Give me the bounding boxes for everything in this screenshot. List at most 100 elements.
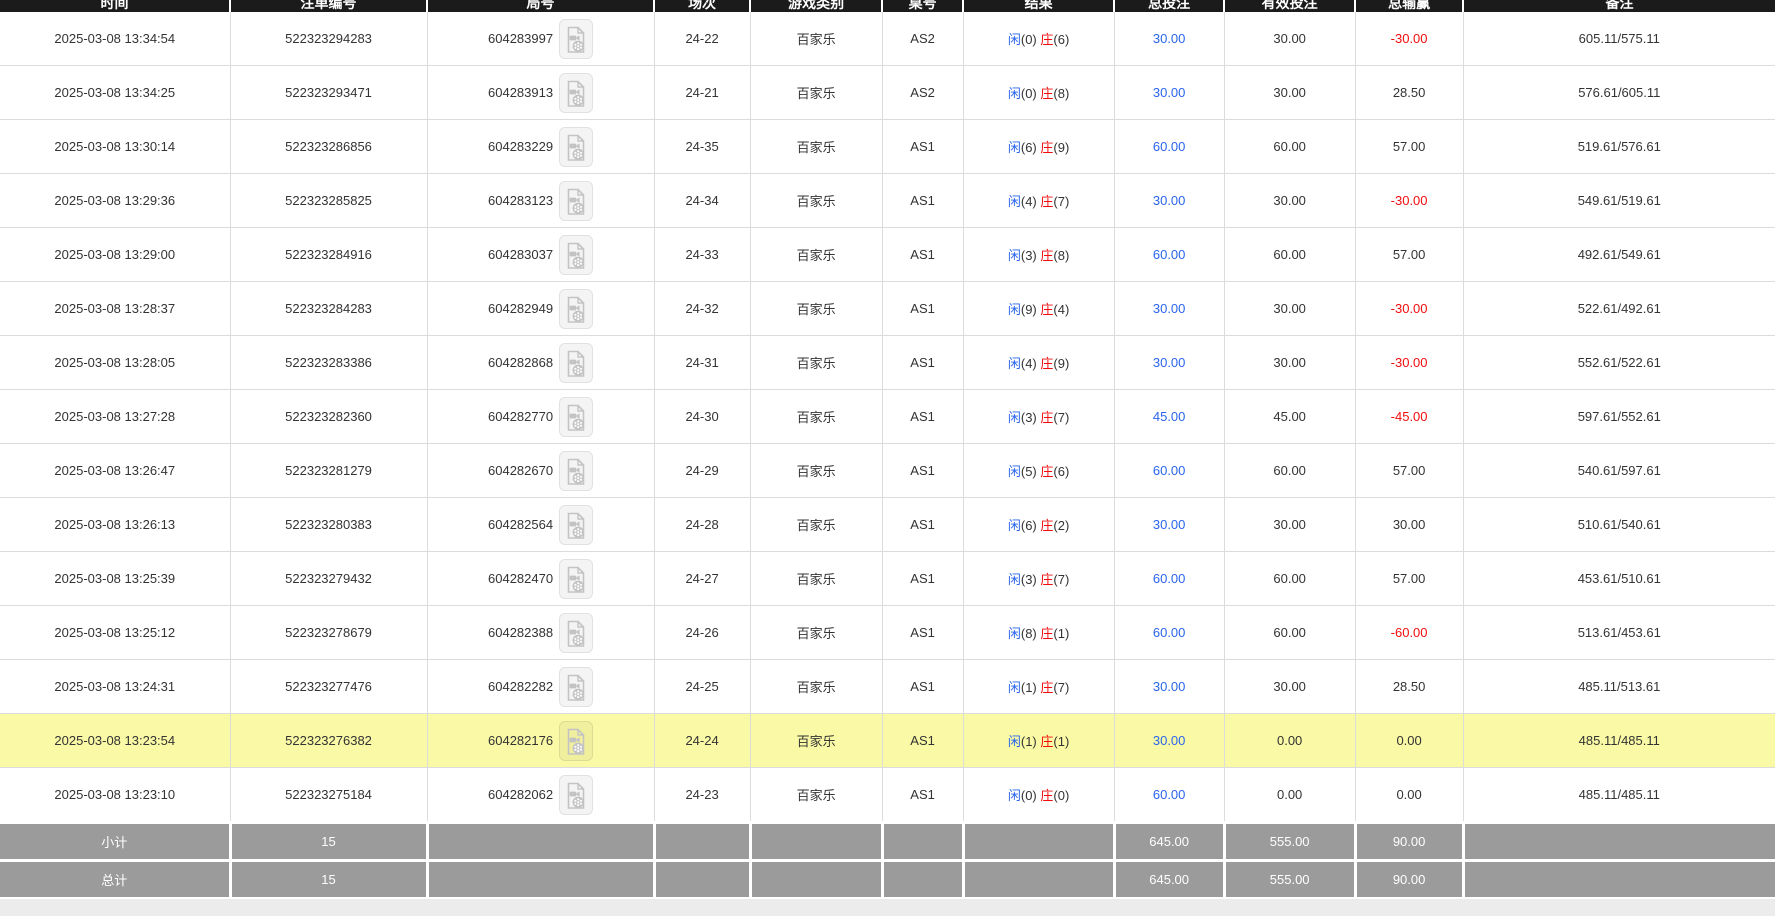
total-bet-link[interactable]: 45.00 [1153, 409, 1186, 424]
time-cell: 2025-03-08 13:29:36 [0, 174, 230, 228]
player-count: (1) [1021, 734, 1037, 749]
total-bet-link[interactable]: 60.00 [1153, 247, 1186, 262]
video-replay-button[interactable] [559, 667, 593, 707]
grand-total-valid-bet: 555.00 [1224, 861, 1355, 899]
video-replay-button[interactable] [559, 397, 593, 437]
table-no-cell: AS1 [882, 282, 963, 336]
total-bet-link[interactable]: 30.00 [1153, 301, 1186, 316]
player-label: 闲 [1008, 356, 1021, 371]
video-replay-button[interactable] [559, 127, 593, 167]
bet-records-table: 时间 注单编号 局号 场次 游戏类别 桌号 结果 总投注 有效投注 总输赢 备注… [0, 0, 1775, 899]
total-bet-link[interactable]: 30.00 [1153, 193, 1186, 208]
total-bet-link[interactable]: 60.00 [1153, 787, 1186, 802]
banker-label: 庄 [1040, 464, 1053, 479]
subtotal-total-bet: 645.00 [1114, 823, 1224, 861]
bet-no-cell: 522323284916 [230, 228, 427, 282]
result-cell: 闲(6) 庄(9) [963, 120, 1114, 174]
banker-label: 庄 [1040, 626, 1053, 641]
total-bet-link[interactable]: 30.00 [1153, 679, 1186, 694]
win-loss-value: -30.00 [1391, 193, 1428, 208]
time-cell: 2025-03-08 13:25:12 [0, 606, 230, 660]
table-row[interactable]: 2025-03-08 13:26:13 522323280383 6042825… [0, 498, 1775, 552]
total-bet-cell: 60.00 [1114, 444, 1224, 498]
table-row[interactable]: 2025-03-08 13:34:54 522323294283 6042839… [0, 12, 1775, 66]
total-bet-cell: 60.00 [1114, 552, 1224, 606]
table-row[interactable]: 2025-03-08 13:30:14 522323286856 6042832… [0, 120, 1775, 174]
total-bet-link[interactable]: 60.00 [1153, 463, 1186, 478]
col-header-total-bet: 总投注 [1114, 0, 1224, 12]
table-row[interactable]: 2025-03-08 13:34:25 522323293471 6042839… [0, 66, 1775, 120]
col-header-session: 场次 [654, 0, 750, 12]
video-replay-button[interactable] [559, 559, 593, 599]
win-loss-cell: -30.00 [1355, 336, 1463, 390]
session-cell: 24-30 [654, 390, 750, 444]
total-bet-link[interactable]: 60.00 [1153, 571, 1186, 586]
table-row[interactable]: 2025-03-08 13:28:05 522323283386 6042828… [0, 336, 1775, 390]
total-bet-link[interactable]: 30.00 [1153, 355, 1186, 370]
total-bet-link[interactable]: 30.00 [1153, 517, 1186, 532]
session-cell: 24-24 [654, 714, 750, 768]
video-replay-button[interactable] [559, 235, 593, 275]
table-row[interactable]: 2025-03-08 13:24:31 522323277476 6042822… [0, 660, 1775, 714]
table-row[interactable]: 2025-03-08 13:29:36 522323285825 6042831… [0, 174, 1775, 228]
video-replay-button[interactable] [559, 181, 593, 221]
result-cell: 闲(3) 庄(8) [963, 228, 1114, 282]
video-replay-button[interactable] [559, 721, 593, 761]
video-replay-button[interactable] [559, 343, 593, 383]
player-count: (0) [1021, 788, 1037, 803]
total-bet-link[interactable]: 30.00 [1153, 31, 1186, 46]
round-no-value: 604283037 [488, 247, 553, 262]
valid-bet-cell: 30.00 [1224, 12, 1355, 66]
banker-count: (1) [1053, 626, 1069, 641]
table-row[interactable]: 2025-03-08 13:25:12 522323278679 6042823… [0, 606, 1775, 660]
video-replay-button[interactable] [559, 73, 593, 113]
video-replay-button[interactable] [559, 451, 593, 491]
table-row[interactable]: 2025-03-08 13:28:37 522323284283 6042829… [0, 282, 1775, 336]
video-replay-button[interactable] [559, 775, 593, 815]
table-no-cell: AS1 [882, 768, 963, 823]
video-replay-icon [565, 79, 587, 109]
table-row[interactable]: 2025-03-08 13:29:00 522323284916 6042830… [0, 228, 1775, 282]
session-cell: 24-21 [654, 66, 750, 120]
video-replay-button[interactable] [559, 289, 593, 329]
table-row[interactable]: 2025-03-08 13:27:28 522323282360 6042827… [0, 390, 1775, 444]
subtotal-win-loss: 90.00 [1355, 823, 1463, 861]
table-row[interactable]: 2025-03-08 13:25:39 522323279432 6042824… [0, 552, 1775, 606]
player-count: (0) [1021, 86, 1037, 101]
time-cell: 2025-03-08 13:24:31 [0, 660, 230, 714]
table-row[interactable]: 2025-03-08 13:26:47 522323281279 6042826… [0, 444, 1775, 498]
win-loss-cell: -45.00 [1355, 390, 1463, 444]
video-replay-button[interactable] [559, 19, 593, 59]
session-cell: 24-27 [654, 552, 750, 606]
video-replay-button[interactable] [559, 505, 593, 545]
total-bet-link[interactable]: 30.00 [1153, 733, 1186, 748]
game-type-cell: 百家乐 [750, 66, 882, 120]
video-replay-icon [565, 457, 587, 487]
table-no-cell: AS1 [882, 390, 963, 444]
win-loss-cell: 0.00 [1355, 714, 1463, 768]
session-cell: 24-26 [654, 606, 750, 660]
result-cell: 闲(6) 庄(2) [963, 498, 1114, 552]
table-row[interactable]: 2025-03-08 13:23:54 522323276382 6042821… [0, 714, 1775, 768]
time-cell: 2025-03-08 13:23:10 [0, 768, 230, 823]
time-cell: 2025-03-08 13:28:37 [0, 282, 230, 336]
player-count: (0) [1021, 32, 1037, 47]
session-cell: 24-31 [654, 336, 750, 390]
banker-label: 庄 [1040, 356, 1053, 371]
total-bet-link[interactable]: 60.00 [1153, 625, 1186, 640]
player-label: 闲 [1008, 410, 1021, 425]
game-type-cell: 百家乐 [750, 444, 882, 498]
total-bet-link[interactable]: 30.00 [1153, 85, 1186, 100]
session-cell: 24-29 [654, 444, 750, 498]
table-row[interactable]: 2025-03-08 13:23:10 522323275184 6042820… [0, 768, 1775, 823]
bet-no-cell: 522323294283 [230, 12, 427, 66]
valid-bet-cell: 30.00 [1224, 498, 1355, 552]
col-header-game-type: 游戏类别 [750, 0, 882, 12]
table-footer: 小计 15 645.00 555.00 90.00 总计 15 645.00 5… [0, 823, 1775, 899]
video-replay-icon [565, 241, 587, 271]
total-bet-link[interactable]: 60.00 [1153, 139, 1186, 154]
round-no-value: 604282470 [488, 571, 553, 586]
col-header-time: 时间 [0, 0, 230, 12]
video-replay-button[interactable] [559, 613, 593, 653]
banker-label: 庄 [1040, 680, 1053, 695]
